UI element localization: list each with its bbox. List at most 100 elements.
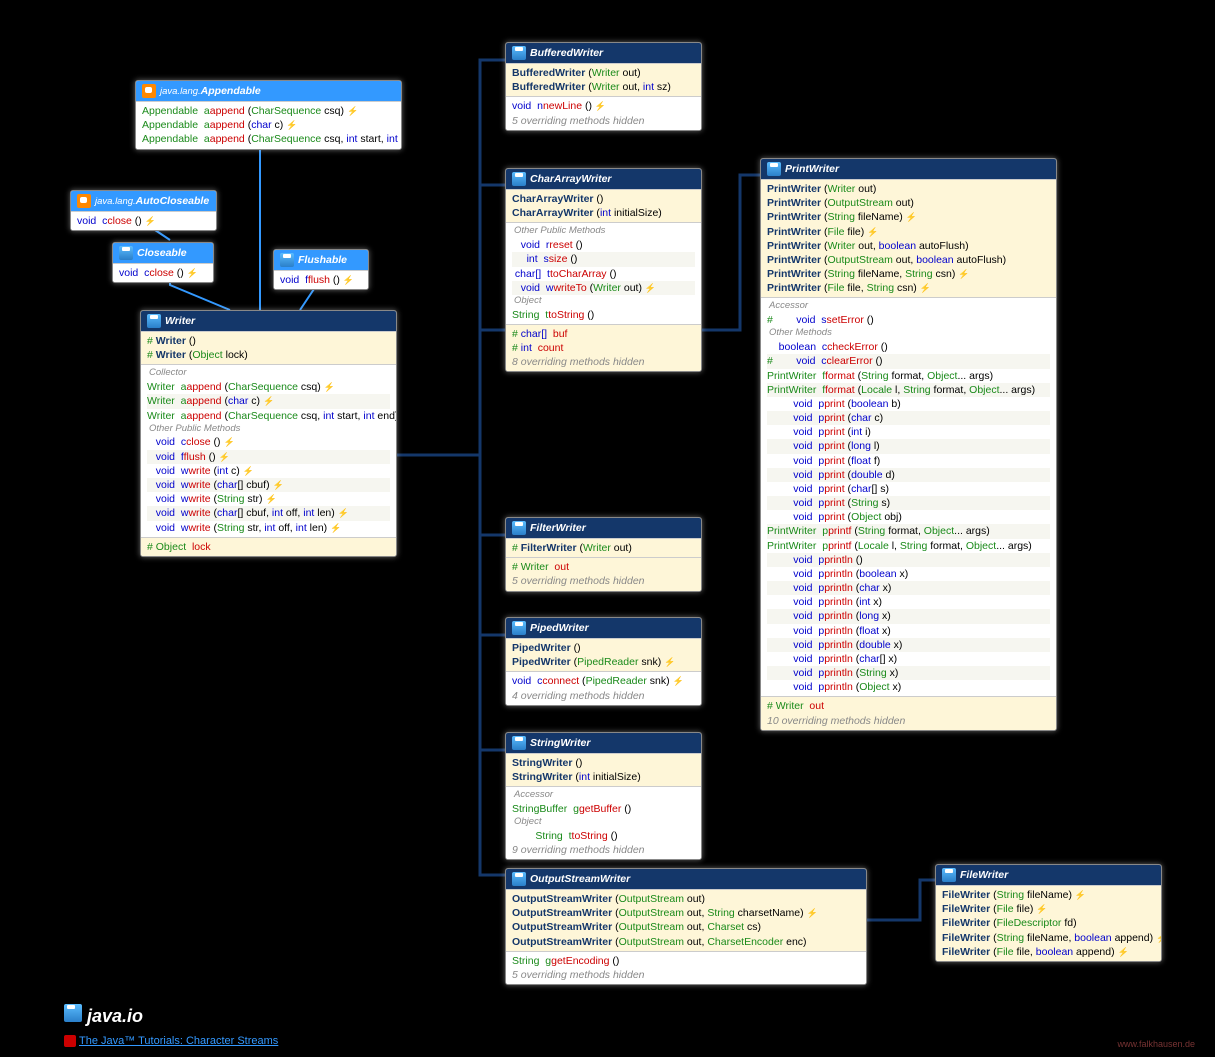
method-row: void cconnect (PipedReader snk) ⚡ (512, 674, 695, 688)
section-label: Accessor (767, 300, 1050, 313)
method-row: void pprintln (Object x) (767, 680, 1050, 694)
class-name: Closeable (137, 247, 187, 259)
class-filterwriter: FilterWriter # FilterWriter (Writer out)… (505, 517, 702, 592)
method-row: void pprint (Object obj) (767, 510, 1050, 524)
method-row: StringWriter () (512, 756, 695, 770)
cup-icon (142, 84, 156, 98)
disk-icon (512, 172, 526, 186)
class-name: AutoCloseable (136, 195, 210, 207)
method-row: void pprint (boolean b) (767, 397, 1050, 411)
method-row: StringBuffer ggetBuffer () (512, 802, 695, 816)
method-row: PrintWriter (Writer out) (767, 182, 1050, 196)
credit: www.falkhausen.de (1117, 1039, 1195, 1049)
method-row: Writer aappend (CharSequence csq) ⚡ (147, 380, 390, 394)
method-row: void pprint (int i) (767, 425, 1050, 439)
method-row: void pprintln (char x) (767, 581, 1050, 595)
method-row: # void cclearError () (767, 354, 1050, 368)
disk-icon (147, 314, 161, 328)
method-row: # Object lock (147, 540, 390, 554)
method-row: PrintWriter pprintf (Locale l, String fo… (767, 539, 1050, 553)
class-name: Writer (165, 315, 195, 327)
method-row: BufferedWriter (Writer out, int sz) (512, 80, 695, 94)
method-row: void fflush () ⚡ (280, 273, 362, 287)
method-row: FileWriter (FileDescriptor fd) (942, 916, 1155, 930)
method-row: String ggetEncoding () (512, 954, 860, 968)
method-row: Writer aappend (CharSequence csq, int st… (147, 409, 390, 423)
method-row: # Writer () (147, 334, 390, 348)
method-row: Appendable aappend (CharSequence csq, in… (142, 132, 395, 146)
method-row: boolean ccheckError () (767, 340, 1050, 354)
class-name: PipedWriter (530, 622, 589, 634)
tutorial-link[interactable]: The Java™ Tutorials: Character Streams (64, 1035, 278, 1047)
method-row: void nnewLine () ⚡ (512, 99, 695, 113)
title-autocloseable: java.lang.AutoCloseable (71, 191, 216, 211)
method-row: PrintWriter (File file) ⚡ (767, 225, 1050, 239)
class-stringwriter: StringWriter StringWriter ()StringWriter… (505, 732, 702, 860)
method-row: PrintWriter (String fileName) ⚡ (767, 210, 1050, 224)
method-row: void wwrite (char[] cbuf) ⚡ (147, 478, 390, 492)
section-label: Object (512, 816, 695, 829)
class-name: BufferedWriter (530, 47, 603, 59)
method-row: void pprint (char[] s) (767, 482, 1050, 496)
method-row: FileWriter (File file, boolean append) ⚡ (942, 945, 1155, 959)
method-row: void wwrite (int c) ⚡ (147, 464, 390, 478)
method-row: PrintWriter fformat (String format, Obje… (767, 369, 1050, 383)
disk-icon (512, 736, 526, 750)
hidden-note: 10 overriding methods hidden (767, 714, 1050, 728)
method-row: OutputStreamWriter (OutputStream out) (512, 892, 860, 906)
disk-icon (767, 162, 781, 176)
method-row: void cclose () ⚡ (119, 266, 207, 280)
section-label: Accessor (512, 789, 695, 802)
cup-icon (77, 194, 91, 208)
method-row: # void ssetError () (767, 313, 1050, 327)
method-row: # Writer (Object lock) (147, 348, 390, 362)
method-row: PrintWriter pprintf (String format, Obje… (767, 524, 1050, 538)
class-chararraywriter: CharArrayWriter CharArrayWriter ()CharAr… (505, 168, 702, 372)
method-row: PrintWriter (Writer out, boolean autoFlu… (767, 239, 1050, 253)
hidden-note: 4 overriding methods hidden (512, 689, 695, 703)
title-appendable: java.lang.Appendable (136, 81, 401, 101)
section-label: Other Public Methods (147, 423, 390, 436)
disk-icon (64, 1004, 82, 1022)
method-row: Writer aappend (char c) ⚡ (147, 394, 390, 408)
interface-appendable: java.lang.Appendable Appendable aappend … (135, 80, 402, 150)
method-row: FileWriter (File file) ⚡ (942, 902, 1155, 916)
method-row: void pprintln (boolean x) (767, 567, 1050, 581)
method-row: void pprint (float f) (767, 454, 1050, 468)
method-row: char[] ttoCharArray () (512, 267, 695, 281)
method-row: int ssize () (512, 252, 695, 266)
method-row: PipedWriter (PipedReader snk) ⚡ (512, 655, 695, 669)
disk-icon (119, 246, 133, 260)
method-row: Appendable aappend (char c) ⚡ (142, 118, 395, 132)
oracle-icon (64, 1035, 76, 1047)
section-label: Collector (147, 367, 390, 380)
pkg-label: java.lang. (160, 86, 201, 97)
method-row: void cclose () ⚡ (77, 214, 210, 228)
class-name: PrintWriter (785, 163, 839, 175)
interface-autocloseable: java.lang.AutoCloseable void cclose () ⚡ (70, 190, 217, 231)
method-row: void pprintln (int x) (767, 595, 1050, 609)
disk-icon (512, 621, 526, 635)
class-outputstreamwriter: OutputStreamWriter OutputStreamWriter (O… (505, 868, 867, 985)
method-row: void pprintln () (767, 553, 1050, 567)
disk-icon (512, 872, 526, 886)
method-row: void fflush () ⚡ (147, 450, 390, 464)
disk-icon (280, 253, 294, 267)
method-row: # int count (512, 341, 695, 355)
class-name: OutputStreamWriter (530, 873, 630, 885)
disk-icon (512, 46, 526, 60)
method-row: StringWriter (int initialSize) (512, 770, 695, 784)
method-row: void pprintln (long x) (767, 609, 1050, 623)
pkg-label: java.lang. (95, 196, 136, 207)
section-label: Other Methods (767, 327, 1050, 340)
method-row: # Writer out (767, 699, 1050, 713)
method-row: FileWriter (String fileName, boolean app… (942, 931, 1155, 945)
method-row: String ttoString () (512, 308, 695, 322)
disk-icon (512, 521, 526, 535)
method-row: OutputStreamWriter (OutputStream out, Ch… (512, 920, 860, 934)
method-row: PrintWriter (OutputStream out) (767, 196, 1050, 210)
hidden-note: 8 overriding methods hidden (512, 355, 695, 369)
section-label: Object (512, 295, 695, 308)
class-name: Appendable (201, 85, 261, 97)
class-name: FileWriter (960, 869, 1008, 881)
